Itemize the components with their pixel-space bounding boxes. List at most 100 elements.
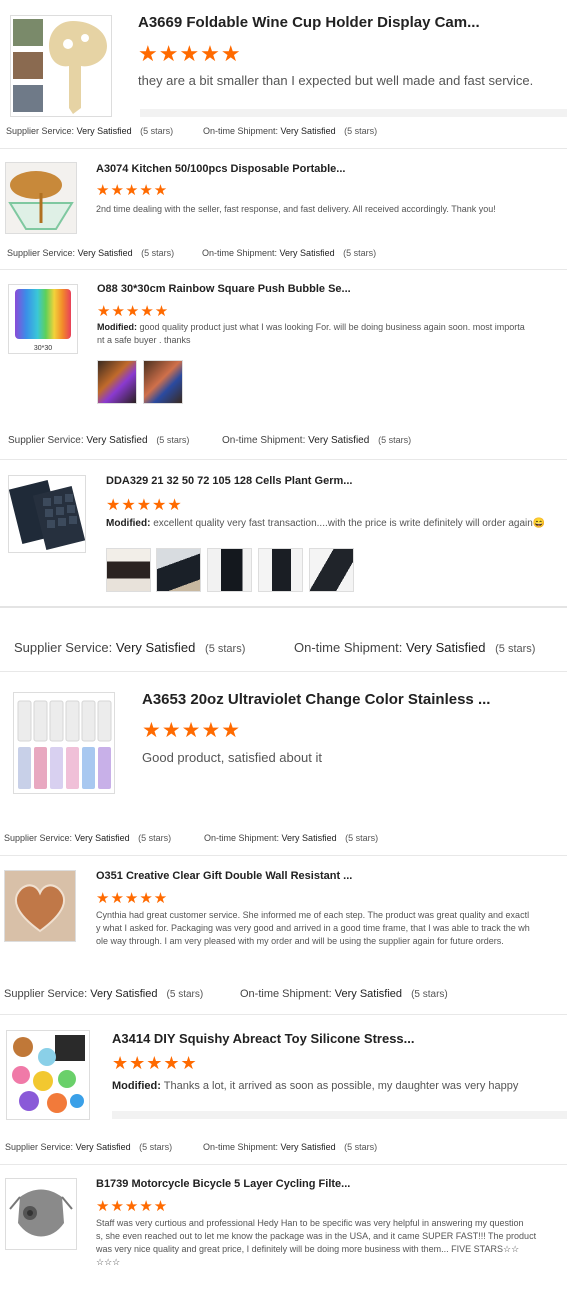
modified-label: Modified: [97,322,137,332]
supplier-label: Supplier Service: [4,833,73,843]
product-thumbnail[interactable] [13,692,115,794]
rating-stars: ★★★★★ [142,719,242,742]
squishy-toys-image [12,1035,85,1113]
divider [0,148,567,149]
review-text: Modified: Thanks a lot, it arrived as so… [112,1079,562,1095]
rating-stars: ★★★★★ [138,41,242,66]
rating-stars: ★★★★★ [96,182,169,199]
product-thumbnail[interactable] [6,1030,90,1120]
shipment-stars: (5 stars) [344,126,378,136]
review-text: 2nd time dealing with the seller, fast r… [96,204,496,214]
supplier-label: Supplier Service: [8,435,84,446]
product-thumbnail[interactable] [10,15,112,117]
rating-meta: On-time Shipment: Very Satisfied (5 star… [222,435,411,446]
review-photo[interactable] [207,548,252,592]
review-text-line: Cynthia had great customer service. She … [96,910,530,920]
shipment-stars: (5 stars) [495,643,536,655]
separator-bar [112,1111,567,1119]
supplier-value: Very Satisfied [77,248,133,258]
supplier-value: Very Satisfied [76,126,132,136]
review-text-line: good quality product just what I was loo… [139,322,525,332]
rating-stars: ★★★★★ [96,1198,169,1215]
product-title[interactable]: A3669 Foldable Wine Cup Holder Display C… [138,14,558,31]
review-text-line: ☆☆☆ [96,1257,121,1268]
rating-meta: Supplier Service: Very Satisfied (5 star… [4,833,171,843]
rating-stars: ★★★★★ [112,1053,198,1073]
review-text: they are a bit smaller than I expected b… [138,73,534,88]
shipment-value: Very Satisfied [406,640,486,655]
divider [0,606,567,608]
product-title[interactable]: A3653 20oz Ultraviolet Change Color Stai… [142,691,562,708]
review-photo[interactable] [258,548,303,592]
review-text-line: s, she even reached out to let me know t… [96,1231,537,1242]
review-photo[interactable] [106,548,151,592]
rating-meta: Supplier Service: Very Satisfied (5 star… [5,1142,172,1152]
supplier-label: Supplier Service: [7,248,76,258]
product-thumbnail[interactable] [5,162,77,234]
rating-meta: Supplier Service: Very Satisfied (5 star… [7,248,174,258]
product-title[interactable]: A3074 Kitchen 50/100pcs Disposable Porta… [96,163,476,175]
review-text-line: ole way through. I am very pleased with … [96,936,504,947]
shipment-value: Very Satisfied [281,833,337,843]
rating-meta: Supplier Service: Very Satisfied (5 star… [14,640,245,655]
supplier-label: Supplier Service: [6,126,75,136]
grin-emoji-icon: 😄 [532,518,546,529]
supplier-stars: (5 stars) [205,643,246,655]
shipment-label: On-time Shipment: [240,988,332,1000]
shipment-label: On-time Shipment: [202,248,278,258]
product-title[interactable]: DDA329 21 32 50 72 105 128 Cells Plant G… [106,475,506,487]
face-mask-image [9,1189,73,1237]
review-text: Staff was very curtious and professional… [96,1217,564,1269]
rating-stars: ★★★★★ [96,890,169,907]
rating-meta: On-time Shipment: Very Satisfied (5 star… [203,126,377,136]
product-thumbnail[interactable] [8,475,86,553]
product-title[interactable]: A3414 DIY Squishy Abreact Toy Silicone S… [112,1031,512,1046]
supplier-value: Very Satisfied [86,435,148,446]
product-title[interactable]: O88 30*30cm Rainbow Square Push Bubble S… [97,283,477,295]
modified-label: Modified: [112,1080,161,1092]
supplier-stars: (5 stars) [166,989,204,1000]
product-thumbnail[interactable] [5,1178,77,1250]
product-thumbnail[interactable] [4,870,76,942]
review-photo[interactable] [309,548,354,592]
review-text-line: nt a safe buyer . thanks [97,335,191,346]
supplier-stars: (5 stars) [156,435,190,445]
tumbler-set-image [17,700,112,789]
review-photo[interactable] [97,360,137,404]
shipment-label: On-time Shipment: [204,833,280,843]
product-title[interactable]: B1739 Motorcycle Bicycle 5 Layer Cycling… [96,1178,496,1190]
supplier-value: Very Satisfied [115,640,196,655]
product-title[interactable]: O351 Creative Clear Gift Double Wall Res… [96,870,496,882]
thumb-caption: 30*30 [34,345,52,352]
divider [0,855,567,856]
supplier-stars: (5 stars) [139,1142,173,1152]
supplier-value: Very Satisfied [74,833,130,843]
supplier-stars: (5 stars) [140,126,174,136]
review-text-line: Staff was very curtious and professional… [96,1218,524,1228]
rating-meta: Supplier Service: Very Satisfied (5 star… [8,435,189,446]
divider [0,1164,567,1165]
rating-stars: ★★★★★ [97,303,170,320]
supplier-label: Supplier Service: [14,640,113,655]
rating-meta: Supplier Service: Very Satisfied (5 star… [4,988,203,1000]
review-photo[interactable] [143,360,183,404]
rating-meta: On-time Shipment: Very Satisfied (5 star… [240,988,448,1000]
shipment-value: Very Satisfied [280,126,336,136]
separator-bar [140,109,567,117]
shipment-label: On-time Shipment: [294,640,403,655]
rating-meta: On-time Shipment: Very Satisfied (5 star… [202,248,376,258]
shipment-value: Very Satisfied [308,435,370,446]
shipment-label: On-time Shipment: [203,126,279,136]
review-text: Modified: excellent quality very fast tr… [106,517,566,532]
shipment-label: On-time Shipment: [203,1142,279,1152]
divider [0,1014,567,1015]
review-photo[interactable] [156,548,201,592]
shipment-value: Very Satisfied [280,1142,336,1152]
supplier-stars: (5 stars) [141,248,175,258]
review-text: Good product, satisfied about it [142,750,322,765]
shipment-stars: (5 stars) [343,248,377,258]
modified-label: Modified: [106,518,151,529]
product-thumbnail[interactable]: 30*30 [8,284,78,354]
funnel-filter-image [6,163,76,233]
review-text: Cynthia had great customer service. She … [96,909,564,948]
